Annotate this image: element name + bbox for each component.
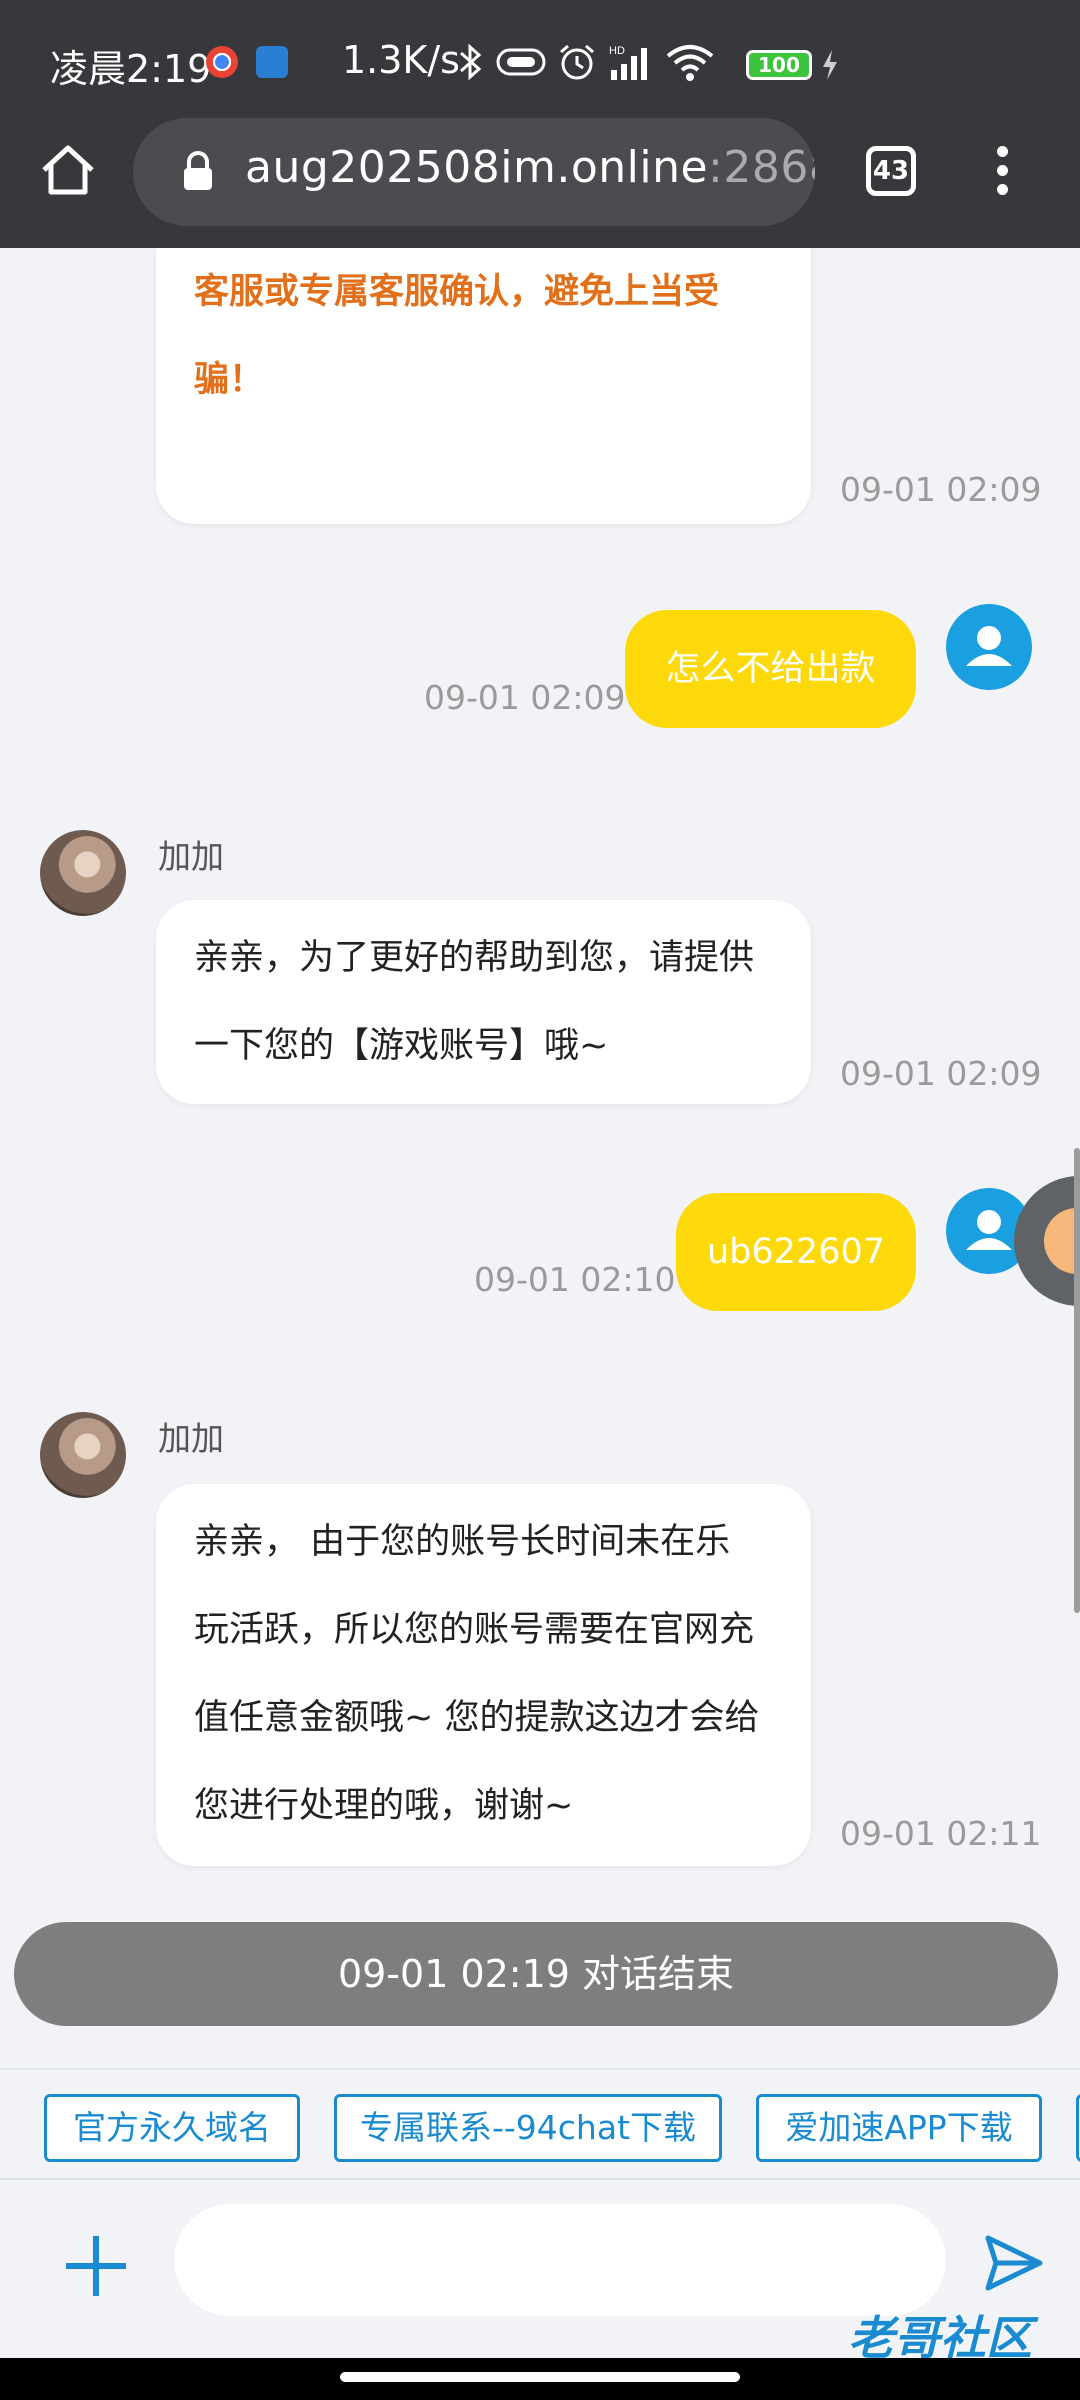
- agent-message-bubble: 客服或专属客服确认，避免上当受 骗！: [156, 248, 811, 524]
- network-speed: 1.3K/s: [342, 38, 460, 82]
- signal-icon: HD: [609, 45, 647, 80]
- message-line: 玩活跃，所以您的账号需要在官网充: [194, 1610, 755, 1650]
- agent-avatar: [40, 830, 126, 916]
- system-nav-bar: [0, 2358, 1080, 2400]
- browser-topbar: 凌晨2:19 1.3K/s HD 100 aug202508im.online:…: [0, 0, 1080, 248]
- message-timestamp: 09-01 02:10: [474, 1260, 676, 1299]
- gesture-handle[interactable]: [340, 2372, 740, 2382]
- lock-icon: [184, 151, 212, 190]
- message-timestamp: 09-01 02:09: [840, 470, 1042, 509]
- message-text: ub622607: [706, 1232, 885, 1272]
- scrollbar[interactable]: [1074, 1148, 1080, 1613]
- app-notification-icon: [256, 46, 288, 78]
- message-line: 客服或专属客服确认，避免上当受: [194, 272, 720, 312]
- agent-message-bubble: 亲亲， 由于您的账号长时间未在乐 玩活跃，所以您的账号需要在官网充 值任意金额哦…: [156, 1484, 811, 1866]
- quick-link-official-domain[interactable]: 官方永久域名: [44, 2094, 300, 2162]
- user-message-bubble: ub622607: [676, 1193, 916, 1311]
- message-line: 亲亲， 由于您的账号长时间未在乐: [194, 1522, 731, 1562]
- session-ended-banner: 09-01 02:19 对话结束: [14, 1922, 1058, 2026]
- status-bar: 凌晨2:19 1.3K/s HD 100: [0, 0, 1080, 118]
- chrome-app-icon: [206, 46, 238, 78]
- quick-link-app-download[interactable]: 爱加速APP下载: [756, 2094, 1042, 2162]
- charging-icon: [823, 50, 837, 80]
- message-line: 一下您的【游戏账号】哦~: [194, 1026, 609, 1066]
- vibrate-icon: [496, 48, 546, 76]
- message-line: 您进行处理的哦，谢谢~: [194, 1786, 574, 1826]
- svg-text:HD: HD: [609, 45, 625, 57]
- message-line: 值任意金额哦~ 您的提款这边才会给: [194, 1698, 760, 1738]
- agent-name: 加加: [158, 1419, 224, 1458]
- alarm-icon: [560, 44, 594, 80]
- user-icon: [966, 626, 1012, 666]
- agent-name: 加加: [158, 837, 224, 876]
- plus-icon[interactable]: [62, 2232, 130, 2300]
- message-input[interactable]: [174, 2204, 946, 2316]
- message-text: 怎么不给出款: [665, 649, 876, 689]
- tab-switcher-button[interactable]: 43: [866, 146, 916, 196]
- url-host: aug202508im.online: [245, 142, 709, 193]
- message-line: 骗！: [194, 360, 265, 400]
- send-icon[interactable]: [982, 2232, 1044, 2294]
- status-icons: HD: [455, 40, 715, 84]
- agent-message-bubble: 亲亲，为了更好的帮助到您，请提供 一下您的【游戏账号】哦~: [156, 900, 811, 1104]
- url-text: aug202508im.online:28686: [245, 142, 815, 193]
- status-time: 凌晨2:19: [50, 47, 212, 91]
- battery-indicator: 100: [746, 50, 812, 80]
- home-icon[interactable]: [38, 140, 98, 200]
- chat-messages[interactable]: 客服或专属客服确认，避免上当受 骗！ 09-01 02:09 09-01 02:…: [0, 248, 1080, 2068]
- quick-link-more[interactable]: [1076, 2094, 1080, 2162]
- message-timestamp: 09-01 02:11: [840, 1814, 1042, 1853]
- message-line: 亲亲，为了更好的帮助到您，请提供: [194, 938, 755, 978]
- address-bar[interactable]: aug202508im.online:28686: [133, 118, 815, 226]
- quick-links-bar: 官方永久域名 专属联系--94chat下载 爱加速APP下载: [0, 2068, 1080, 2178]
- bluetooth-icon: [460, 43, 482, 81]
- user-message-bubble: 怎么不给出款: [625, 610, 916, 728]
- quick-link-94chat-download[interactable]: 专属联系--94chat下载: [334, 2094, 722, 2162]
- message-timestamp: 09-01 02:09: [424, 678, 626, 717]
- agent-avatar: [40, 1412, 126, 1498]
- overflow-menu-icon[interactable]: [994, 146, 1010, 206]
- wifi-icon: [666, 45, 714, 81]
- url-port: :28686: [708, 142, 815, 193]
- user-avatar: [946, 604, 1032, 690]
- message-timestamp: 09-01 02:09: [840, 1054, 1042, 1093]
